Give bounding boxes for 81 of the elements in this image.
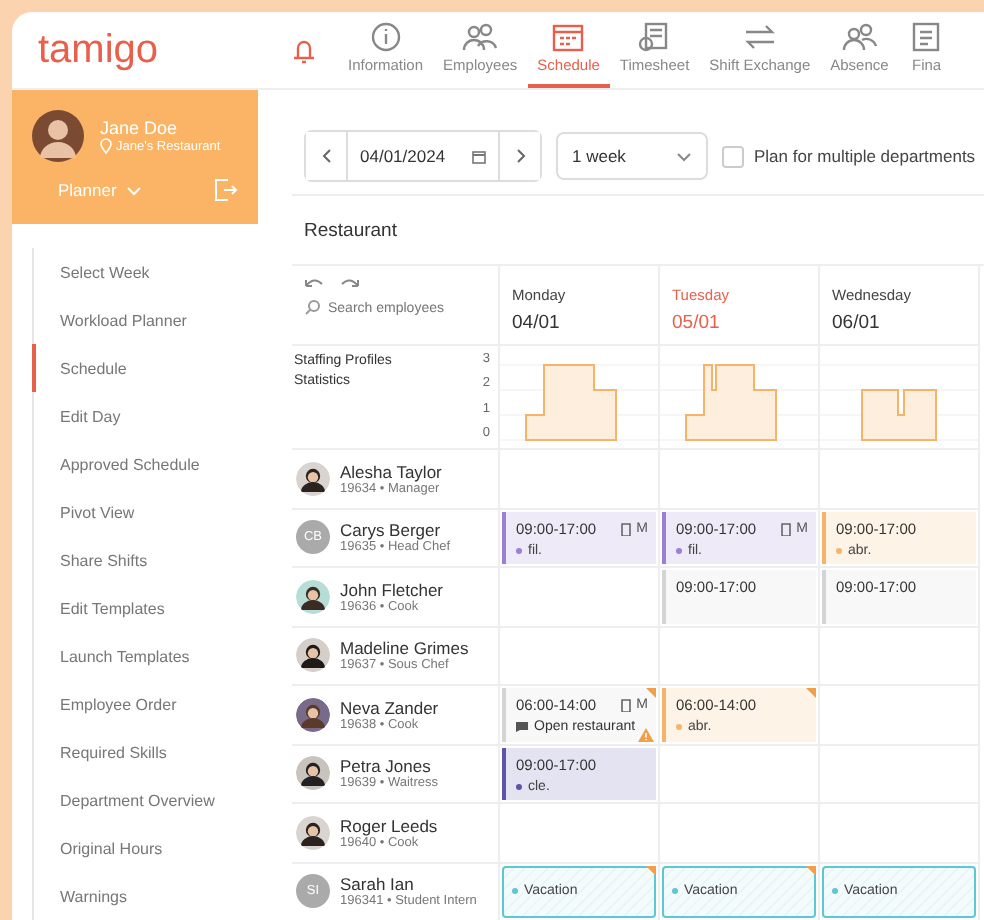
- tag-dot: [836, 547, 842, 553]
- staffing-graph-drawing: [861, 389, 937, 441]
- user-name: Jane Doe: [100, 118, 180, 138]
- sidebar-item[interactable]: Share Shifts: [32, 536, 258, 584]
- avatar: [296, 579, 330, 614]
- sidebar-item[interactable]: Required Skills: [32, 728, 258, 776]
- avatar: [296, 815, 330, 850]
- employee-name: Alesha Taylor: [340, 461, 442, 482]
- redo-icon[interactable]: [340, 276, 360, 288]
- staffing-graph-drawing: [685, 364, 777, 441]
- empty-slot[interactable]: [660, 804, 820, 863]
- department-title: Restaurant: [302, 218, 399, 246]
- employee-name: Sarah Ian: [340, 874, 414, 895]
- people-icon: [841, 22, 878, 52]
- tag-dot: [512, 888, 518, 895]
- sidebar-item[interactable]: Warnings: [32, 872, 258, 920]
- sidebar-item[interactable]: Edit Templates: [32, 584, 258, 632]
- exchange-arrows-icon: [741, 22, 778, 52]
- sidebar-item[interactable]: Workload Planner: [32, 296, 258, 344]
- checkbox[interactable]: [722, 145, 744, 167]
- sidebar-item[interactable]: Employee Order: [32, 680, 258, 728]
- empty-slot[interactable]: [820, 450, 980, 509]
- empty-slot[interactable]: [500, 627, 660, 686]
- sidebar-item[interactable]: Select Week: [32, 248, 258, 296]
- date: 04/01: [512, 312, 562, 334]
- comment-icon: [516, 722, 528, 732]
- chevron-left-icon: [321, 148, 331, 164]
- avatar: [296, 756, 330, 791]
- empty-slot[interactable]: [660, 627, 820, 686]
- employee-name: Petra Jones: [340, 756, 431, 777]
- document-icon: [908, 22, 945, 52]
- employee-name: Madeline Grimes: [340, 638, 469, 659]
- employee-name: Carys Berger: [340, 520, 441, 541]
- empty-slot[interactable]: [660, 745, 820, 804]
- empty-slot[interactable]: [820, 627, 980, 686]
- sidebar-item[interactable]: Original Hours: [32, 824, 258, 872]
- search-icon: [304, 300, 320, 316]
- info-icon: [367, 22, 404, 52]
- clipboard-icon: [620, 698, 633, 712]
- staffing-graph-drawing: [525, 364, 617, 441]
- sidebar-item[interactable]: Department Overview: [32, 776, 258, 824]
- empty-slot[interactable]: [500, 804, 660, 863]
- date: 06/01: [832, 312, 882, 334]
- date: 05/01: [672, 312, 722, 334]
- chevron-down-icon: [676, 151, 692, 161]
- sidebar-item[interactable]: Launch Templates: [32, 632, 258, 680]
- warning-icon: [638, 727, 654, 741]
- employee-name: Neva Zander: [340, 697, 439, 718]
- period-dropdown[interactable]: 1 week: [556, 132, 708, 180]
- avatar: [296, 461, 330, 496]
- empty-slot[interactable]: [500, 450, 660, 509]
- clipboard-icon: [620, 521, 633, 535]
- checkbox-label: Plan for multiple departments: [754, 146, 976, 166]
- sidebar-item[interactable]: Approved Schedule: [32, 440, 258, 488]
- chevron-down-icon: [126, 185, 143, 195]
- tag-dot: [832, 888, 838, 895]
- tag-dot: [676, 724, 682, 730]
- calendar-icon: [472, 149, 486, 163]
- chevron-right-icon: [515, 148, 525, 164]
- avatar: [296, 697, 330, 732]
- logout-icon[interactable]: [214, 178, 238, 202]
- calendar-icon: [550, 22, 587, 52]
- employee-name: John Fletcher: [340, 579, 443, 600]
- tag-dot: [516, 547, 522, 553]
- employee-name: Roger Leeds: [340, 815, 438, 836]
- sidebar-item[interactable]: Schedule: [32, 344, 258, 392]
- people-icon: [462, 22, 499, 52]
- sidebar-item[interactable]: Pivot View: [32, 488, 258, 536]
- clipboard-icon: [780, 521, 793, 535]
- location-pin-icon: [100, 138, 112, 154]
- tag-dot: [516, 783, 522, 789]
- logo[interactable]: tamigo: [38, 27, 159, 73]
- avatar: [32, 110, 84, 162]
- empty-slot[interactable]: [820, 804, 980, 863]
- tag-dot: [676, 547, 682, 553]
- sidebar-item[interactable]: Edit Day: [32, 392, 258, 440]
- tag-dot: [672, 888, 678, 895]
- timesheet-icon: [636, 22, 673, 52]
- avatar: [296, 638, 330, 673]
- empty-slot[interactable]: [660, 450, 820, 509]
- undo-icon[interactable]: [304, 276, 324, 288]
